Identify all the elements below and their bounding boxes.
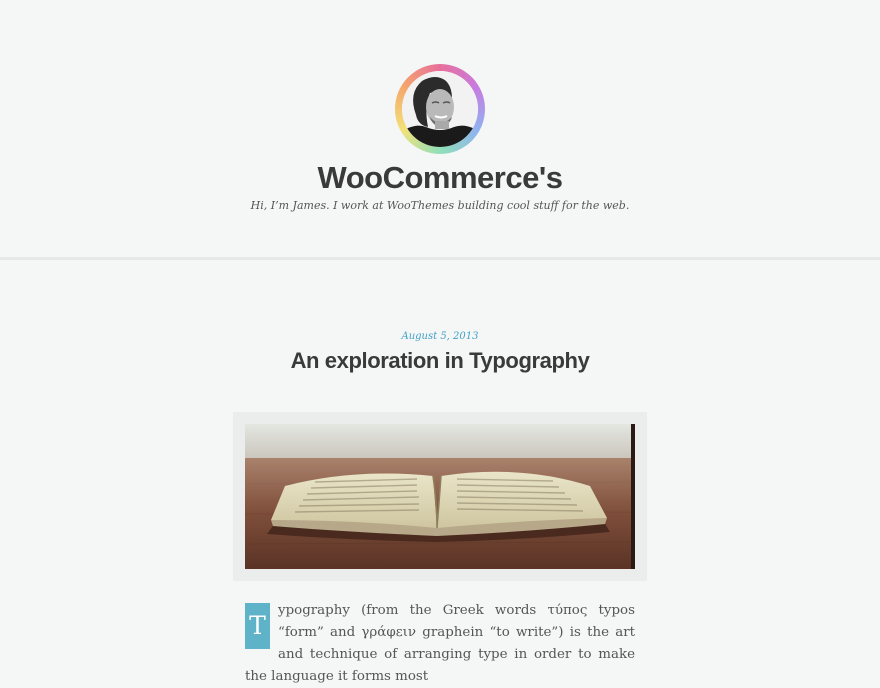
site-header: WooCommerce's Hi, I’m James. I work at W… [0,0,880,258]
post-date[interactable]: August 5, 2013 [0,331,880,342]
site-title[interactable]: WooCommerce's [0,160,880,196]
featured-image-open-book [245,424,635,569]
avatar[interactable] [395,64,485,154]
dropcap: T [245,603,270,649]
post-title[interactable]: An exploration in Typography [0,348,880,374]
post-content: T ypography (from the Greek words τύπος … [245,600,635,688]
header-divider [0,257,880,260]
featured-image-frame [233,412,647,581]
post-body-text: ypography (from the Greek words τύπος ty… [245,603,635,684]
avatar-photo [402,71,478,147]
site-description: Hi, I’m James. I work at WooThemes build… [250,199,630,212]
